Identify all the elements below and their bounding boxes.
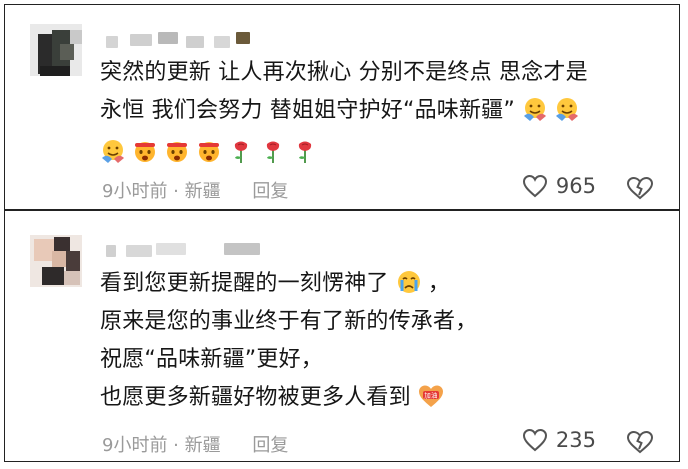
comment-item: 突然的更新 让人再次揪心 分别不是终点 思念才是 永恒 我们会努力 替姐姐守护好… [4,4,680,210]
crying-emoji [397,271,420,293]
cheer-emoji [167,142,187,162]
comment-meta: 9小时前 · 新疆 回复 [102,181,289,202]
reply-button[interactable]: 回复 [252,435,288,456]
rose-emoji [234,141,248,163]
comment-line: 永恒 我们会努力 替姐姐守护好“品味新疆” [100,98,515,123]
heart-outline-icon [522,428,547,452]
hug-emoji [556,98,579,121]
comment-location: 新疆 [184,435,221,456]
hug-emoji [102,140,124,163]
dislike-button[interactable] [626,176,654,200]
dislike-button[interactable] [626,430,654,454]
rose-emoji [298,141,312,163]
like-count: 235 [555,428,596,452]
comment-text: 突然的更新 让人再次揪心 分别不是终点 思念才是 永恒 我们会努力 替姐姐守护好… [100,54,656,172]
comment-time: 9小时前 [102,435,168,456]
like-button[interactable]: 235 [522,428,596,452]
like-button[interactable]: 965 [522,174,596,198]
comment-text: 看到您更新提醒的一刻愣神了 ， 原来是您的事业终于有了新的传承者， 祝愿“品味新… [100,265,656,417]
username-blurred[interactable] [96,241,266,261]
username-blurred[interactable] [96,32,266,52]
cheer-emoji [199,142,219,162]
comment-time: 9小时前 [102,181,168,202]
emoji-row [100,130,656,172]
broken-heart-icon [626,430,654,454]
comment-location: 新疆 [184,181,221,202]
comment-meta: 9小时前 · 新疆 回复 [102,435,289,456]
cheer-emoji [135,142,155,162]
rose-emoji [266,141,280,163]
comment-line: 看到您更新提醒的一刻愣神了 [100,271,389,296]
comment-item: 看到您更新提醒的一刻愣神了 ， 原来是您的事业终于有了新的传承者， 祝愿“品味新… [4,211,680,462]
heart-outline-icon [522,174,547,198]
avatar[interactable] [30,24,82,76]
comment-line: 原来是您的事业终于有了新的传承者， [100,309,478,334]
jiayou-heart-emoji: 加油 [419,385,444,407]
comment-line: 突然的更新 让人再次揪心 分别不是终点 思念才是 [100,60,588,85]
hug-emoji [524,98,547,121]
jiayou-badge-text: 加油 [424,391,437,400]
broken-heart-icon [626,176,654,200]
comment-line: 也愿更多新疆好物被更多人看到 [100,385,411,410]
like-count: 965 [555,174,596,198]
avatar[interactable] [30,235,82,287]
reply-button[interactable]: 回复 [252,181,288,202]
comment-line: 祝愿“品味新疆”更好， [100,347,323,372]
